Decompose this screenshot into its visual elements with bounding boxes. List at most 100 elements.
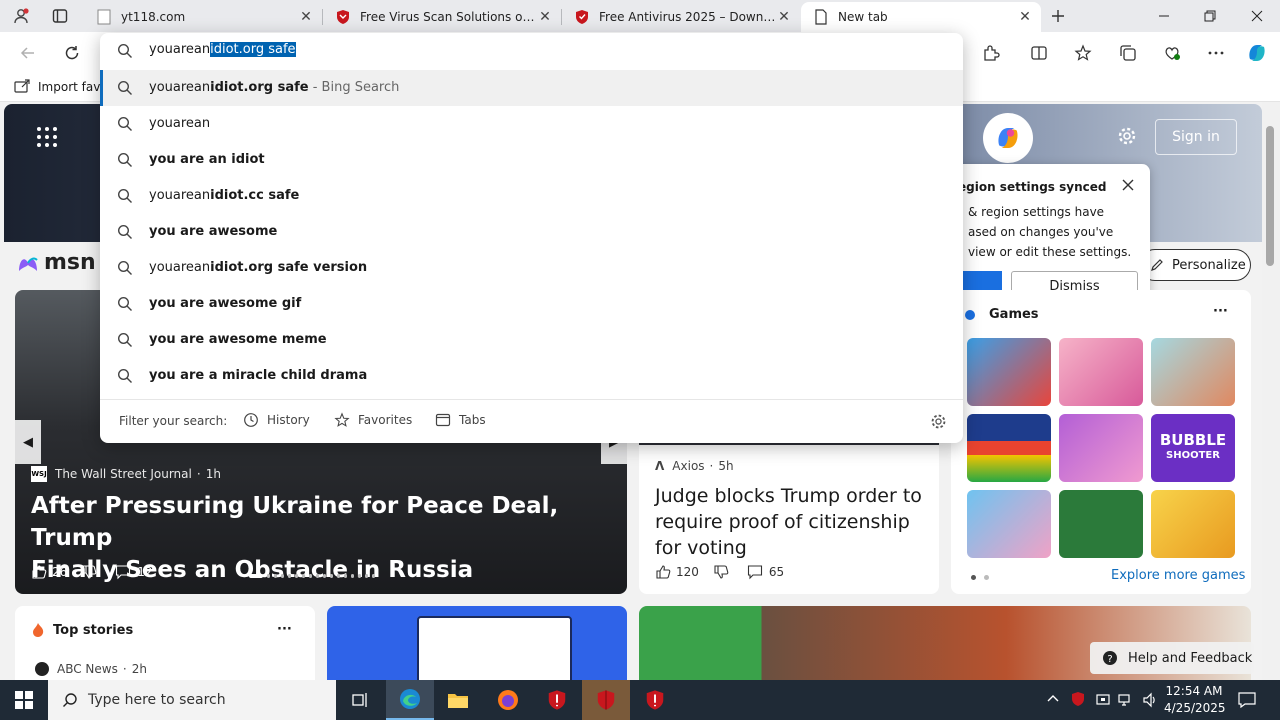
close-tab-icon[interactable]: ✕ [1017, 9, 1033, 25]
task-view-icon[interactable] [336, 680, 384, 720]
suggestion-item[interactable]: youareanidiot.org safe version [100, 250, 963, 286]
tab-free-antivirus[interactable]: Free Antivirus 2025 – Download Free ✕ [562, 2, 800, 32]
edge-taskbar-icon[interactable] [386, 680, 434, 720]
promo-illustration-card[interactable] [327, 606, 627, 680]
game-tile[interactable] [967, 490, 1051, 558]
close-window-icon[interactable] [1234, 0, 1280, 32]
notifications-icon[interactable] [1238, 692, 1256, 708]
personalize-button[interactable]: Personalize [1139, 249, 1251, 281]
copilot-button[interactable] [983, 113, 1033, 163]
tray-shield-icon[interactable] [1071, 691, 1085, 707]
filter-tabs-label: Tabs [459, 413, 486, 427]
scrollbar-thumb[interactable] [1266, 126, 1274, 266]
thumbs-up-icon[interactable] [31, 564, 47, 580]
filter-favorites-button[interactable]: Favorites [334, 412, 412, 428]
tab-strip: yt118.com ✕ Free Virus Scan Solutions of… [0, 0, 1280, 32]
settings-gear-icon[interactable] [1117, 126, 1137, 146]
game-tile[interactable] [1151, 490, 1235, 558]
game-tile[interactable] [1059, 338, 1143, 406]
import-favorites-button[interactable]: Import favo [14, 79, 108, 95]
extensions-icon[interactable] [978, 40, 1004, 66]
import-favorites-label: Import favo [38, 80, 108, 94]
file-explorer-icon[interactable] [434, 680, 482, 720]
thumbs-down-icon[interactable] [713, 564, 729, 580]
firefox-icon[interactable] [484, 680, 532, 720]
browser-essentials-icon[interactable] [1159, 40, 1185, 66]
copilot-icon[interactable] [1244, 40, 1270, 66]
thumbs-down-icon[interactable] [81, 564, 97, 580]
split-screen-icon[interactable] [1026, 40, 1052, 66]
game-tile-bubble-shooter[interactable]: BUBBLE SHOOTER [1151, 414, 1235, 482]
suggestion-bold: idiot.org safe [210, 80, 309, 95]
close-tab-icon[interactable]: ✕ [298, 9, 314, 25]
tab-free-virus-scan[interactable]: Free Virus Scan Solutions of 2025 ✕ [323, 2, 561, 32]
suggestion-item[interactable]: youareanidiot.cc safe [100, 178, 963, 214]
back-arrow-icon[interactable] [15, 40, 41, 66]
tray-device-icon[interactable] [1095, 692, 1111, 708]
taskbar-search-box[interactable]: Type here to search [48, 680, 336, 720]
suggestion-item[interactable]: you are awesome gif [100, 286, 963, 322]
games-pager[interactable] [971, 575, 989, 580]
clock[interactable]: 12:54 AM 4/25/2025 [1164, 683, 1226, 717]
autocomplete-selection: idiot.org safe [210, 42, 296, 57]
tab-yt118[interactable]: yt118.com ✕ [84, 2, 322, 32]
headline-line: require proof of citizenship [655, 511, 910, 533]
comment-icon[interactable] [115, 564, 131, 580]
refresh-icon[interactable] [59, 40, 85, 66]
search-icon [117, 260, 133, 276]
shield-app-icon[interactable] [533, 680, 581, 720]
antivirus-app-icon[interactable] [582, 680, 630, 720]
more-options-icon[interactable] [1203, 40, 1229, 66]
games-title: Games [989, 307, 1039, 322]
game-tile[interactable] [967, 414, 1051, 482]
suggestion-item[interactable]: you are an idiot [100, 142, 963, 178]
profile-icon[interactable] [8, 3, 34, 29]
filter-tabs-button[interactable]: Tabs [435, 412, 486, 428]
page-scrollbar[interactable] [1262, 102, 1280, 680]
chevron-up-icon[interactable] [1046, 692, 1060, 706]
comment-icon[interactable] [747, 564, 763, 580]
sign-in-button[interactable]: Sign in [1155, 119, 1237, 155]
carousel-dots[interactable] [249, 574, 375, 578]
game-tile[interactable] [967, 338, 1051, 406]
shield-app-icon[interactable] [631, 680, 679, 720]
suggestion-item[interactable]: youarean [100, 106, 963, 142]
game-tile[interactable] [1059, 490, 1143, 558]
suggestion-item[interactable]: you are awesome meme [100, 322, 963, 358]
minimize-window-icon[interactable] [1141, 0, 1187, 32]
network-icon[interactable] [1118, 692, 1134, 708]
close-tab-icon[interactable]: ✕ [537, 9, 553, 25]
carousel-prev-button[interactable]: ◀ [15, 420, 41, 464]
filter-history-button[interactable]: History [243, 412, 310, 428]
comment-count: 12 [137, 565, 153, 579]
game-tile-title: BUBBLE [1159, 431, 1227, 449]
apps-launcher-icon[interactable] [36, 126, 58, 148]
close-tab-icon[interactable]: ✕ [776, 9, 792, 25]
suggestion-item[interactable]: you are a miracle child drama [100, 358, 963, 394]
address-bar-input[interactable]: youareanidiot.org safe [100, 33, 963, 69]
game-tile[interactable] [1151, 338, 1235, 406]
msn-logo[interactable]: msn [16, 250, 96, 275]
suggestion-item[interactable]: youareanidiot.org safe - Bing Search [100, 70, 963, 106]
game-tile[interactable] [1059, 414, 1143, 482]
help-feedback-button[interactable]: ? Help and Feedback [1090, 642, 1254, 674]
close-popup-icon[interactable] [1121, 178, 1135, 192]
address-bar-text: youareanidiot.org safe [149, 42, 296, 57]
suggestion-bold: you are a miracle child drama [149, 368, 368, 383]
tab-new-tab[interactable]: New tab ✕ [801, 2, 1041, 32]
tab-actions-icon[interactable] [47, 3, 73, 29]
games-more-icon[interactable]: ··· [1213, 304, 1228, 319]
collections-icon[interactable] [1115, 40, 1141, 66]
thumbs-up-icon[interactable] [655, 564, 671, 580]
favorites-star-icon[interactable] [1070, 40, 1096, 66]
explore-more-games-link[interactable]: Explore more games [1111, 568, 1245, 583]
card-headline[interactable]: Judge blocks Trump order to require proo… [655, 483, 922, 561]
volume-icon[interactable] [1142, 692, 1158, 708]
search-settings-gear-icon[interactable] [930, 413, 947, 430]
suggestion-item[interactable]: you are awesome [100, 214, 963, 250]
search-icon [117, 80, 133, 96]
new-tab-plus-icon[interactable] [1045, 3, 1071, 29]
start-button[interactable] [0, 680, 48, 720]
restore-window-icon[interactable] [1187, 0, 1233, 32]
top-stories-more-icon[interactable]: ··· [277, 622, 292, 637]
